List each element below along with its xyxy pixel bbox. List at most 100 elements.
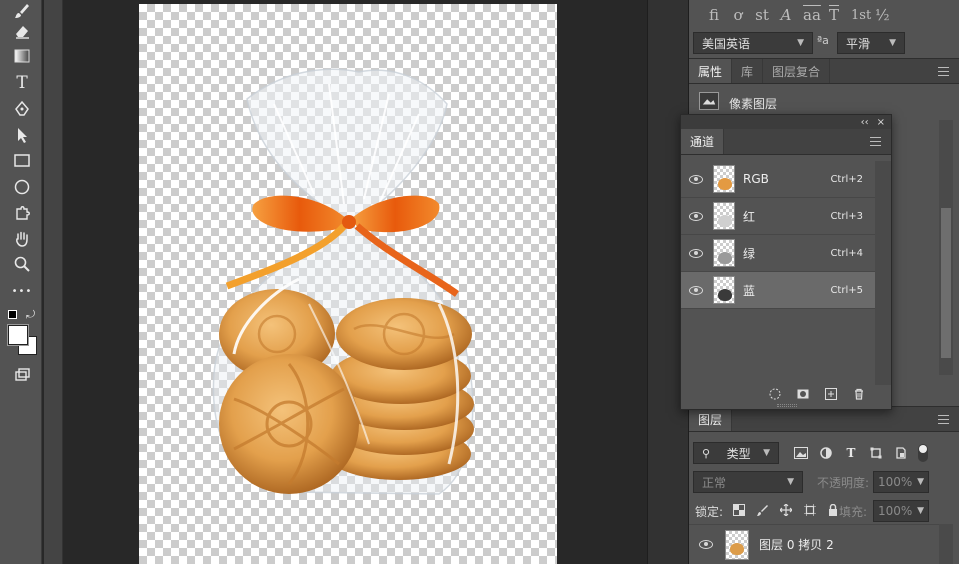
channels-tabbar: 通道 [681,129,891,155]
properties-item-label: 像素图层 [729,97,778,111]
pixel-filter-icon[interactable] [793,445,809,461]
zoom-tool[interactable] [10,253,34,275]
adjustment-filter-icon[interactable] [818,445,834,461]
hand-tool[interactable] [10,228,34,250]
trash-icon[interactable] [853,388,865,400]
smart-object-filter-icon[interactable] [893,445,909,461]
channels-scrollbar[interactable] [875,161,891,385]
tab-channels[interactable]: 通道 [681,129,725,154]
channel-row-green[interactable]: 绿 Ctrl+4 [681,235,875,272]
opentype-features-row: fi ơ st A aa T 1st ½ [689,0,959,30]
visibility-eye-icon[interactable] [689,174,703,184]
layer-filter-select[interactable]: ⚲ 类型 ▼ [693,442,779,464]
tab-layer-comps[interactable]: 图层复合 [763,59,831,83]
channel-row-red[interactable]: 红 Ctrl+3 [681,198,875,235]
fractions-button[interactable]: ½ [875,6,890,24]
language-select[interactable]: 美国英语 ▼ [693,32,813,54]
opacity-input[interactable]: 100% ▼ [873,471,929,493]
search-icon: ⚲ [702,446,711,460]
path-selection-tool[interactable] [10,124,34,146]
ordinals-button[interactable]: 1st [851,8,871,23]
ellipsis-icon: ••• [11,285,33,297]
ellipse-tool[interactable] [10,175,34,197]
lock-label: 锁定: [695,505,724,519]
layer-name[interactable]: 图层 0 拷贝 2 [759,536,834,553]
foreground-color-swatch[interactable] [8,325,28,345]
antialias-select[interactable]: 平滑 ▼ [837,32,905,54]
lock-transparent-icon[interactable] [731,502,747,518]
lock-buttons [731,502,841,518]
save-selection-icon[interactable] [797,388,809,400]
load-selection-icon[interactable] [769,388,781,400]
resize-grip[interactable] [777,404,797,407]
panel-menu-icon[interactable] [938,67,949,76]
visibility-eye-icon[interactable] [689,211,703,221]
tab-layers[interactable]: 图层 [689,407,733,431]
layer-filter-icons: T [793,444,943,462]
arrow-icon [18,128,27,143]
pen-tool[interactable] [10,98,34,120]
screen-mode-button[interactable] [10,364,34,386]
canvas-area[interactable] [63,0,647,564]
channel-row-blue[interactable]: 蓝 Ctrl+5 [681,272,875,309]
eraser-tool[interactable] [10,20,34,42]
chevron-down-icon: ▼ [889,38,896,48]
layer-row[interactable]: 图层 0 拷贝 2 [689,524,939,564]
blend-mode-value: 正常 [702,475,727,490]
properties-tabbar: 属性 库 图层复合 [689,58,959,84]
lock-pixels-icon[interactable] [755,502,771,518]
type-filter-icon[interactable]: T [843,445,859,461]
channel-thumbnail [713,276,735,304]
channel-name: 蓝 [743,283,756,298]
close-icon[interactable]: × [877,117,885,128]
opacity-label: 不透明度: [817,476,870,490]
shape-filter-icon[interactable] [868,445,884,461]
visibility-eye-icon[interactable] [699,540,713,549]
channel-shortcut: Ctrl+4 [830,247,863,259]
channels-titlebar[interactable]: ‹‹ × [681,115,891,129]
properties-scrollbar[interactable] [939,120,953,375]
lock-position-icon[interactable] [778,502,794,518]
collapse-icon[interactable]: ‹‹ [861,117,869,128]
gradient-tool[interactable] [10,45,34,67]
tab-properties[interactable]: 属性 [689,59,733,83]
lock-artboard-icon[interactable] [802,502,818,518]
visibility-eye-icon[interactable] [689,285,703,295]
channel-row-rgb[interactable]: RGB Ctrl+2 [681,161,875,198]
mini-default-colors-icon [8,310,17,319]
channel-name: RGB [743,172,769,186]
new-channel-icon[interactable] [825,388,837,400]
rectangle-tool[interactable] [10,149,34,171]
properties-scroll-thumb[interactable] [941,208,951,358]
chevron-down-icon: ▼ [917,506,924,516]
rectangle-icon [14,154,30,167]
chevron-down-icon: ▼ [763,448,770,458]
visibility-eye-icon[interactable] [689,248,703,258]
filter-toggle[interactable] [918,444,928,462]
more-tools[interactable]: ••• [10,280,34,302]
old-style-button[interactable]: ơ [731,6,745,24]
blend-mode-select[interactable]: 正常 ▼ [693,471,803,493]
antialias-select-value: 平滑 [846,36,871,51]
tab-libraries[interactable]: 库 [732,59,764,83]
chevron-down-icon: ▼ [787,477,794,487]
screen-mode-icon [15,368,30,381]
layer-filter-value: 类型 [726,446,751,461]
brush-tool[interactable] [10,0,34,22]
ellipse-icon [14,179,30,195]
titling-alternates-button[interactable]: T [827,6,841,24]
channel-thumbnail [713,165,735,193]
swash-button[interactable]: A [779,6,793,24]
document-canvas[interactable] [139,4,557,564]
custom-shape-tool[interactable] [10,201,34,223]
fill-input[interactable]: 100% ▼ [873,500,929,522]
default-colors-swap[interactable]: ⤾ [6,308,36,324]
layers-menu-icon[interactable] [938,415,949,424]
type-tool[interactable]: T [10,72,34,94]
ligature-button[interactable]: fi [707,6,721,24]
channels-menu-icon[interactable] [870,137,881,146]
brush-icon [15,4,29,18]
layers-scrollbar[interactable] [939,524,953,564]
discretionary-ligature-button[interactable]: st [755,6,769,24]
stylistic-alternates-button[interactable]: aa [803,6,821,24]
